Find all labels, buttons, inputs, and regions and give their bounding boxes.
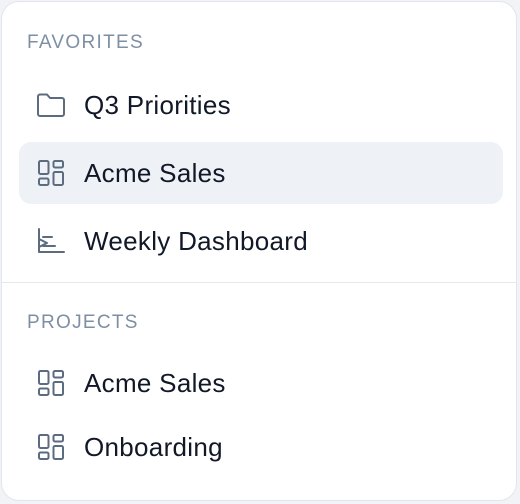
projects-heading: PROJECTS — [27, 312, 139, 333]
chart-icon — [35, 225, 67, 257]
favorite-item-label: Acme Sales — [84, 157, 226, 188]
favorite-item-weekly-dashboard[interactable]: Weekly Dashboard — [19, 210, 503, 272]
grid-layout-icon — [35, 431, 67, 463]
project-item-label: Onboarding — [84, 431, 223, 462]
project-item-acme-sales[interactable]: Acme Sales — [19, 352, 503, 414]
folder-icon — [35, 89, 67, 121]
favorite-item-q3-priorities[interactable]: Q3 Priorities — [19, 74, 503, 136]
grid-layout-icon — [35, 157, 67, 189]
grid-layout-icon — [35, 367, 67, 399]
favorite-item-acme-sales[interactable]: Acme Sales — [19, 142, 503, 204]
favorites-heading: FAVORITES — [27, 32, 144, 53]
favorite-item-label: Q3 Priorities — [84, 89, 231, 120]
sidebar-panel: FAVORITES Q3 Priorities Acme Sales Weekl… — [1, 1, 517, 501]
project-item-onboarding[interactable]: Onboarding — [19, 416, 503, 478]
favorite-item-label: Weekly Dashboard — [84, 225, 308, 256]
section-divider — [2, 282, 516, 283]
project-item-label: Acme Sales — [84, 367, 226, 398]
